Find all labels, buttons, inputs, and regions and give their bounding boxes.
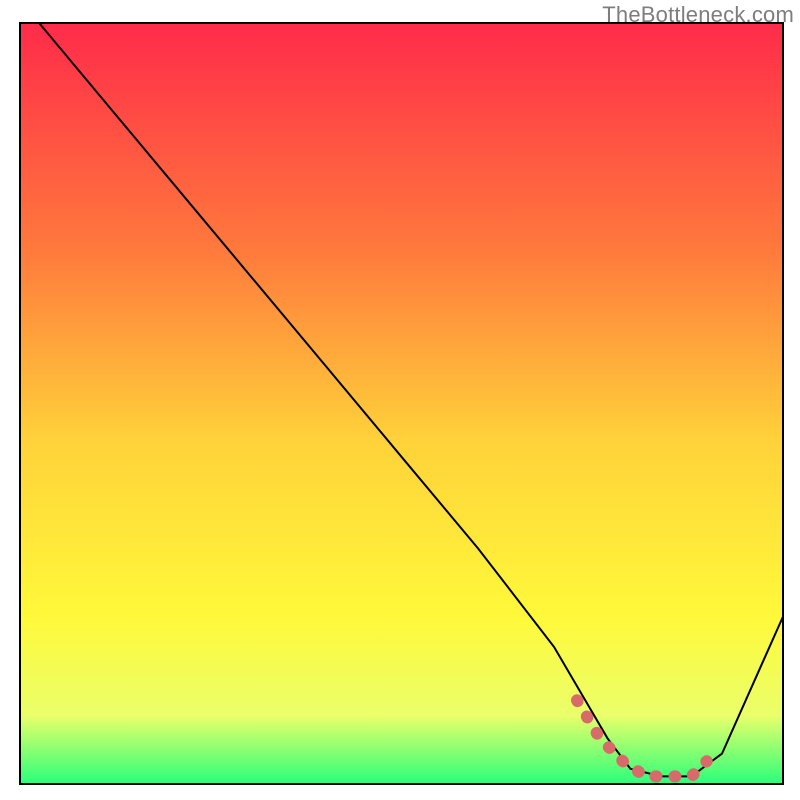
attribution-text: TheBottleneck.com	[602, 2, 794, 28]
chart-svg	[0, 0, 800, 800]
chart-container: { "attribution": "TheBottleneck.com", "c…	[0, 0, 800, 800]
